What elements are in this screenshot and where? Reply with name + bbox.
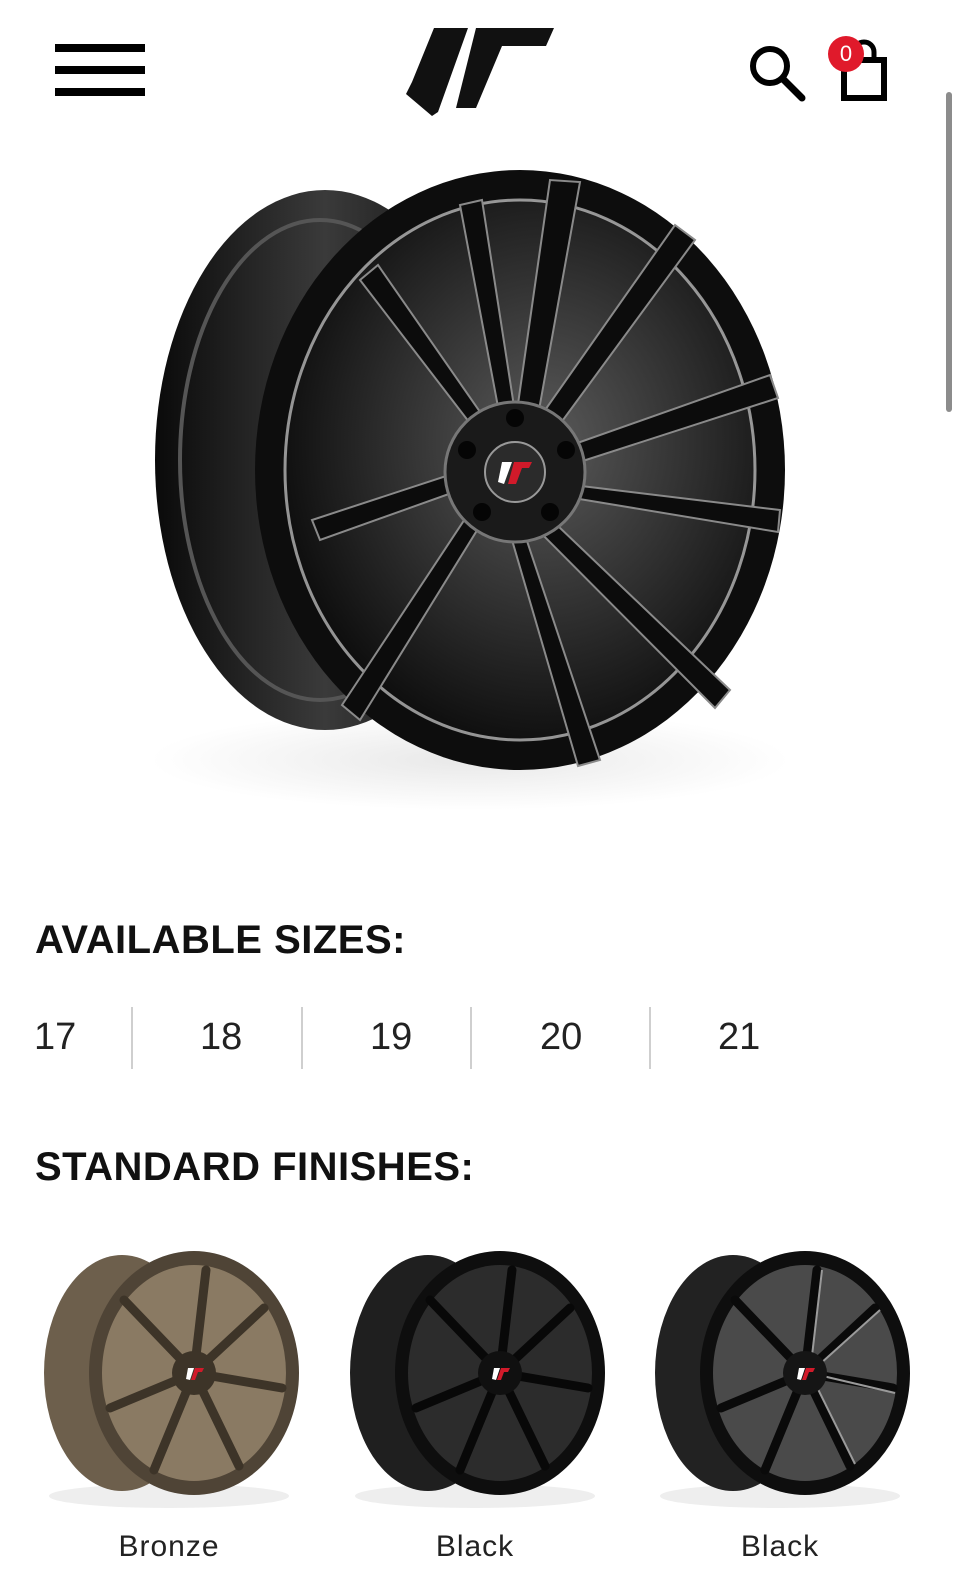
size-selector: 17 18 19 20 21 xyxy=(0,1005,960,1069)
finish-label: Black xyxy=(740,1530,820,1563)
product-hero-image xyxy=(150,170,790,810)
finish-label: Bronze xyxy=(118,1530,220,1563)
size-divider xyxy=(301,1007,303,1069)
size-option-17[interactable]: 17 xyxy=(34,1005,76,1069)
size-option-18[interactable]: 18 xyxy=(200,1005,242,1069)
cart-count-badge[interactable]: 0 xyxy=(828,36,864,72)
size-option-21[interactable]: 21 xyxy=(718,1005,760,1069)
hamburger-menu-icon[interactable] xyxy=(55,44,145,96)
size-option-19[interactable]: 19 xyxy=(370,1005,412,1069)
finish-option-bronze[interactable]: Bronze xyxy=(34,1238,304,1591)
bronze-wheel-image xyxy=(44,1251,299,1508)
finish-option-black[interactable]: Black xyxy=(340,1238,610,1591)
standard-finishes-title: STANDARD FINISHES: xyxy=(35,1145,475,1189)
size-option-20[interactable]: 20 xyxy=(540,1005,582,1069)
size-divider xyxy=(470,1007,472,1069)
search-icon[interactable] xyxy=(748,44,806,102)
header: 0 xyxy=(0,0,960,140)
finish-label: Black xyxy=(435,1530,515,1563)
black-wheel-image xyxy=(350,1251,605,1508)
scrollbar[interactable] xyxy=(946,92,952,412)
size-divider xyxy=(649,1007,651,1069)
jr-wheels-logo[interactable] xyxy=(404,24,556,116)
size-divider xyxy=(131,1007,133,1069)
finish-option-black-machined[interactable]: Black xyxy=(645,1238,915,1591)
available-sizes-title: AVAILABLE SIZES: xyxy=(35,918,406,962)
black-machined-wheel-image xyxy=(655,1251,910,1508)
